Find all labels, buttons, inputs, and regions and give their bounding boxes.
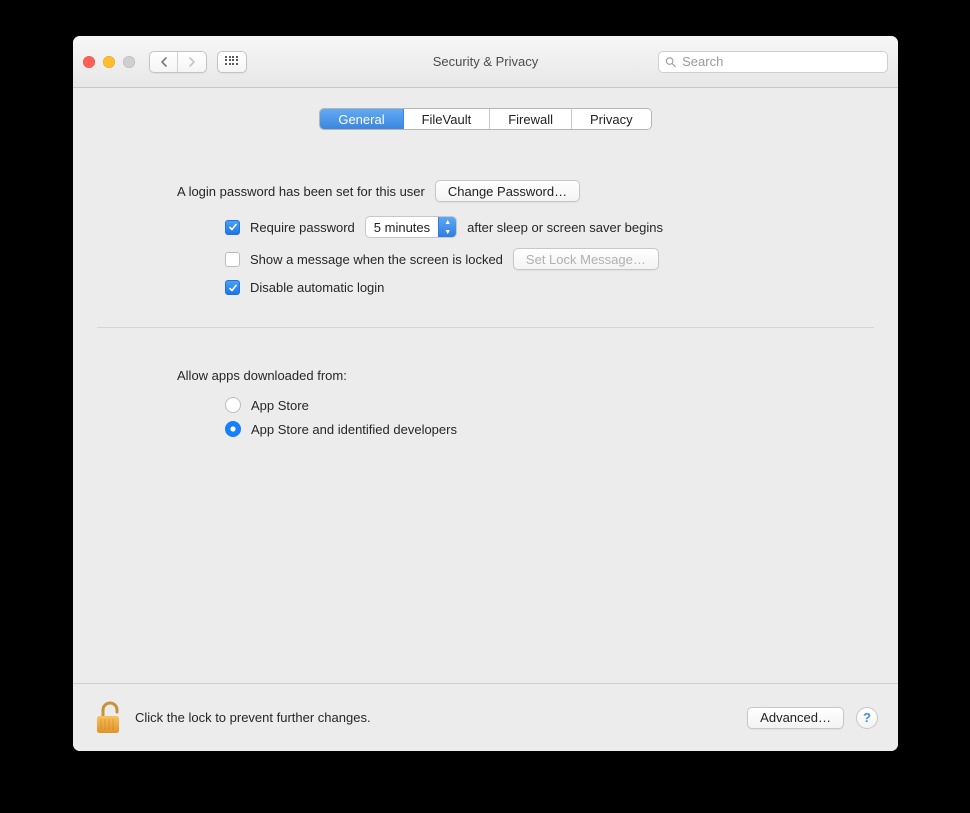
lock-message: Click the lock to prevent further change… — [135, 710, 371, 725]
gatekeeper-identified-radio[interactable] — [225, 421, 241, 437]
chevron-left-icon — [160, 57, 168, 67]
system-preferences-window: Security & Privacy General FileVault Fir… — [73, 36, 898, 751]
show-lock-message-checkbox[interactable] — [225, 252, 240, 267]
footer: Click the lock to prevent further change… — [73, 683, 898, 751]
gatekeeper-identified-label: App Store and identified developers — [251, 422, 457, 437]
gatekeeper-section: Allow apps downloaded from: App Store Ap… — [97, 328, 874, 437]
change-password-button[interactable]: Change Password… — [435, 180, 580, 202]
tab-bar: General FileVault Firewall Privacy — [319, 108, 651, 130]
lock-open-icon[interactable] — [93, 700, 123, 736]
advanced-button[interactable]: Advanced… — [747, 707, 844, 729]
back-button[interactable] — [150, 52, 178, 72]
show-all-segment — [217, 51, 247, 73]
search-icon — [665, 56, 676, 68]
show-lock-message-row: Show a message when the screen is locked… — [177, 248, 834, 270]
login-password-set-label: A login password has been set for this u… — [177, 184, 425, 199]
minimize-window-button[interactable] — [103, 56, 115, 68]
tab-privacy[interactable]: Privacy — [572, 109, 651, 129]
require-password-delay-value: 5 minutes — [374, 220, 430, 235]
stepper-icon: ▲▼ — [438, 217, 456, 237]
disable-auto-login-checkbox[interactable] — [225, 280, 240, 295]
tab-filevault[interactable]: FileVault — [404, 109, 491, 129]
disable-auto-login-label: Disable automatic login — [250, 280, 384, 295]
set-lock-message-button[interactable]: Set Lock Message… — [513, 248, 659, 270]
gatekeeper-heading: Allow apps downloaded from: — [177, 368, 834, 383]
check-icon — [228, 283, 238, 293]
chevron-right-icon — [188, 57, 196, 67]
tab-bar-container: General FileVault Firewall Privacy — [73, 88, 898, 130]
require-password-checkbox[interactable] — [225, 220, 240, 235]
gatekeeper-heading-label: Allow apps downloaded from: — [177, 368, 347, 383]
require-password-row: Require password 5 minutes ▲▼ after slee… — [177, 216, 834, 238]
login-password-section: A login password has been set for this u… — [97, 146, 874, 295]
disable-auto-login-row: Disable automatic login — [177, 280, 834, 295]
tab-general[interactable]: General — [320, 109, 403, 129]
tab-firewall[interactable]: Firewall — [490, 109, 572, 129]
zoom-window-button[interactable] — [123, 56, 135, 68]
gatekeeper-appstore-label: App Store — [251, 398, 309, 413]
grid-icon — [225, 56, 239, 68]
help-button[interactable]: ? — [856, 707, 878, 729]
gatekeeper-appstore-radio[interactable] — [225, 397, 241, 413]
close-window-button[interactable] — [83, 56, 95, 68]
search-input[interactable] — [680, 53, 881, 70]
titlebar: Security & Privacy — [73, 36, 898, 88]
window-controls — [83, 56, 135, 68]
require-password-label: Require password — [250, 220, 355, 235]
show-lock-message-label: Show a message when the screen is locked — [250, 252, 503, 267]
nav-segment — [149, 51, 207, 73]
login-password-row: A login password has been set for this u… — [177, 180, 834, 202]
after-sleep-label: after sleep or screen saver begins — [467, 220, 663, 235]
gatekeeper-appstore-row: App Store — [177, 397, 834, 413]
gatekeeper-identified-row: App Store and identified developers — [177, 421, 834, 437]
forward-button[interactable] — [178, 52, 206, 72]
search-field[interactable] — [658, 51, 888, 73]
require-password-delay-popup[interactable]: 5 minutes ▲▼ — [365, 216, 457, 238]
check-icon — [228, 222, 238, 232]
show-all-button[interactable] — [218, 52, 246, 72]
general-panel: A login password has been set for this u… — [97, 146, 874, 683]
content-area: A login password has been set for this u… — [73, 130, 898, 683]
